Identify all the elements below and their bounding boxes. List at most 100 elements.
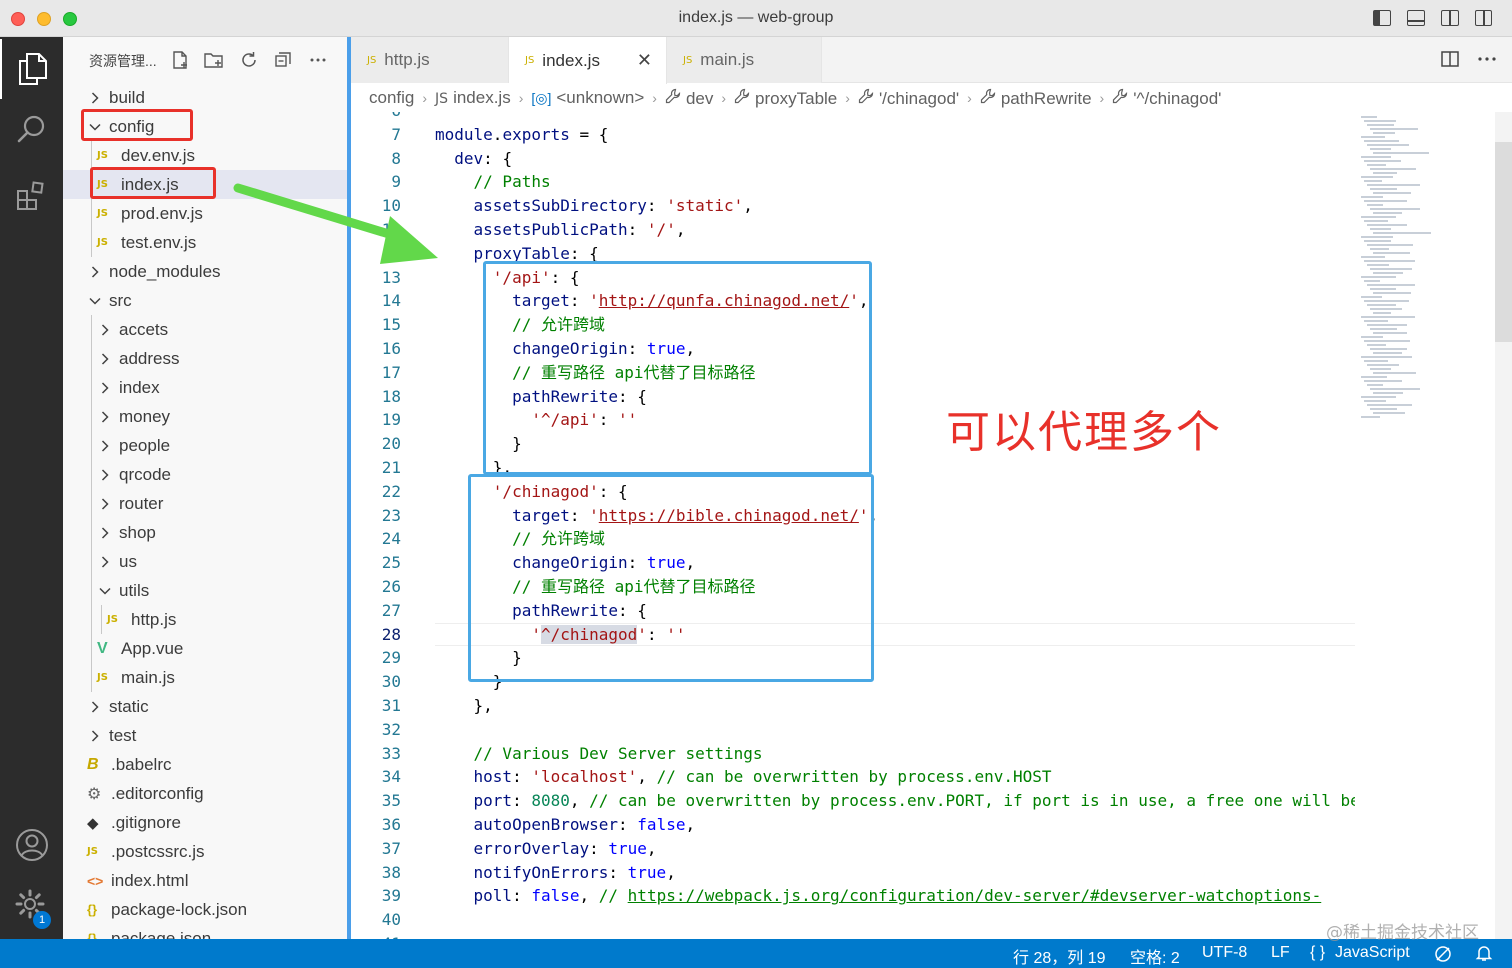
breadcrumb-item[interactable]: '^/chinagod' [1112,88,1221,109]
tree-folder[interactable]: utils [63,576,347,605]
tree-folder[interactable]: shop [63,518,347,547]
tree-folder[interactable]: address [63,344,347,373]
code-line[interactable]: 29 } [351,646,1355,670]
code-line[interactable]: 40 [351,908,1355,932]
tree-folder[interactable]: accets [63,315,347,344]
code-line[interactable]: 14 target: 'http://qunfa.chinagod.net/', [351,289,1355,313]
breadcrumb-item[interactable]: '/chinagod' [858,88,959,109]
new-file-icon[interactable] [169,49,191,71]
code-line[interactable]: 28 '^/chinagod': '' [351,622,1355,647]
tree-folder[interactable]: qrcode [63,460,347,489]
code-line[interactable]: 39 poll: false, // https://webpack.js.or… [351,884,1355,908]
code-line[interactable]: 36 autoOpenBrowser: false, [351,813,1355,837]
extensions-icon[interactable] [0,165,63,225]
collapse-all-icon[interactable] [272,49,294,71]
code-editor[interactable]: 67module.exports = {8 dev: {9 // Paths10… [351,112,1355,939]
code-line[interactable]: 23 target: 'https://bible.chinagod.net/'… [351,504,1355,528]
refresh-icon[interactable] [238,49,260,71]
tree-file[interactable]: JS http.js [63,605,347,634]
code-line[interactable]: 11 assetsPublicPath: '/', [351,218,1355,242]
code-line[interactable]: 17 // 重写路径 api代替了目标路径 [351,361,1355,385]
manage-gear-icon[interactable]: 1 [0,875,63,935]
no-feedback-icon[interactable] [1434,945,1452,968]
tree-file[interactable]: JS dev.env.js [63,141,347,170]
toggle-panel-icon[interactable] [1407,10,1425,26]
code-line[interactable]: 6 [351,112,1355,123]
code-line[interactable]: 32 [351,718,1355,742]
scrollbar-thumb[interactable] [1495,142,1512,342]
tree-file[interactable]: ◆ .gitignore [63,808,347,837]
code-line[interactable]: 26 // 重写路径 api代替了目标路径 [351,575,1355,599]
code-line[interactable]: 33 // Various Dev Server settings [351,742,1355,766]
tree-folder[interactable]: router [63,489,347,518]
code-line[interactable]: 31 }, [351,694,1355,718]
new-folder-icon[interactable] [203,49,225,71]
account-icon[interactable] [0,815,63,875]
notifications-bell-icon[interactable] [1475,944,1493,967]
code-line[interactable]: 8 dev: { [351,147,1355,171]
breadcrumb-item[interactable]: pathRewrite [980,88,1092,109]
tree-file[interactable]: ⚙ .editorconfig [63,779,347,808]
breadcrumb-item[interactable]: [◎] <unknown> [531,88,644,108]
breadcrumb-item[interactable]: proxyTable [734,88,837,109]
tree-file[interactable]: JS .postcssrc.js [63,837,347,866]
line-ending-setting[interactable]: LF [1271,944,1290,962]
explorer-icon[interactable] [0,39,63,99]
toggle-secondary-sidebar-icon[interactable] [1441,10,1459,26]
tree-file[interactable]: {} package-lock.json [63,895,347,924]
tree-folder[interactable]: money [63,402,347,431]
language-mode[interactable]: JavaScript [1335,944,1410,962]
tree-folder[interactable]: people [63,431,347,460]
code-line[interactable]: 27 pathRewrite: { [351,599,1355,623]
cursor-position[interactable]: 行 28，列 19 [1013,944,1106,968]
code-line[interactable]: 38 notifyOnErrors: true, [351,861,1355,885]
code-line[interactable]: 22 '/chinagod': { [351,480,1355,504]
tree-folder[interactable]: src [63,286,347,315]
code-line[interactable]: 30 } [351,670,1355,694]
code-line[interactable]: 7 module.exports = { [351,123,1355,147]
tree-file[interactable]: JS index.js [63,170,347,199]
tree-file[interactable]: JS main.js [63,663,347,692]
tree-file[interactable]: {} package.json [63,924,347,940]
breadcrumb-item[interactable]: JS index.js [435,88,511,108]
toggle-primary-sidebar-icon[interactable] [1373,10,1391,26]
minimap[interactable] [1355,112,1495,939]
code-line[interactable]: 35 port: 8080, // can be overwritten by … [351,789,1355,813]
tab-http-js[interactable]: JS http.js [351,37,509,83]
tab-main-js[interactable]: JS main.js [667,37,822,83]
tree-file[interactable]: JS test.env.js [63,228,347,257]
tree-folder[interactable]: us [63,547,347,576]
tree-folder[interactable]: node_modules [63,257,347,286]
breadcrumb-item[interactable]: config [369,88,414,108]
more-actions-icon[interactable] [307,49,329,71]
encoding-setting[interactable]: UTF-8 [1202,944,1247,962]
close-tab-icon[interactable]: ✕ [637,50,652,71]
editor-more-actions-icon[interactable] [1476,49,1498,74]
code-line[interactable]: 16 changeOrigin: true, [351,337,1355,361]
code-line[interactable]: 12 proxyTable: { [351,242,1355,266]
tree-folder[interactable]: config [63,112,347,141]
tab-index-js[interactable]: JS index.js ✕ [509,37,667,84]
tree-file[interactable]: B .babelrc [63,750,347,779]
tree-folder[interactable]: static [63,692,347,721]
customize-layout-icon[interactable] [1475,10,1492,26]
code-line[interactable]: 10 assetsSubDirectory: 'static', [351,194,1355,218]
code-line[interactable]: 37 errorOverlay: true, [351,837,1355,861]
code-line[interactable]: 13 '/api': { [351,266,1355,290]
split-editor-icon[interactable] [1440,49,1460,74]
code-line[interactable]: 41 [351,932,1355,939]
search-icon[interactable] [0,99,63,159]
tree-folder[interactable]: index [63,373,347,402]
vertical-scrollbar[interactable] [1495,112,1512,939]
code-line[interactable]: 9 // Paths [351,170,1355,194]
tree-folder[interactable]: build [63,83,347,112]
tree-folder[interactable]: test [63,721,347,750]
code-line[interactable]: 24 // 允许跨域 [351,527,1355,551]
breadcrumb-item[interactable]: dev [665,88,713,109]
code-line[interactable]: 15 // 允许跨域 [351,313,1355,337]
indentation-setting[interactable]: 空格: 2 [1130,944,1180,968]
code-line[interactable]: 34 host: 'localhost', // can be overwrit… [351,765,1355,789]
tree-file[interactable]: <> index.html [63,866,347,895]
tree-file[interactable]: JS prod.env.js [63,199,347,228]
tree-file[interactable]: V App.vue [63,634,347,663]
